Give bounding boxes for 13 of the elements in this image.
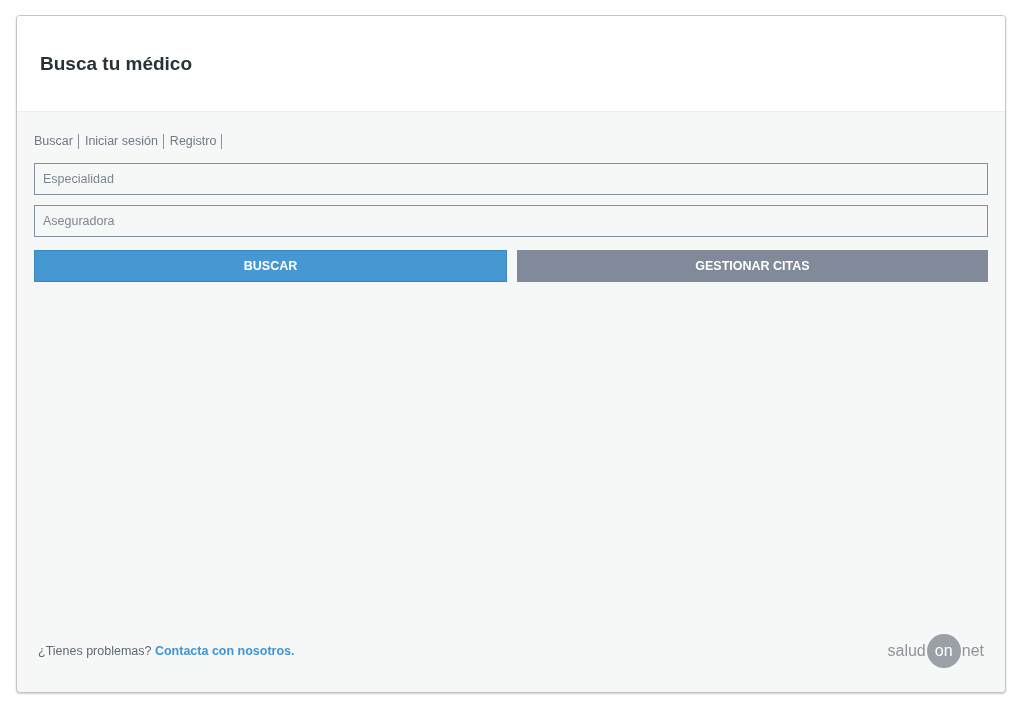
contact-link[interactable]: Contacta con nosotros. xyxy=(154,644,295,658)
nav-link[interactable]: Iniciar sesión xyxy=(84,134,164,149)
logo-text: salud xyxy=(887,642,926,660)
manage-button[interactable]: GESTIONAR CITAS xyxy=(517,250,988,282)
nav-link[interactable]: Registro xyxy=(169,134,223,149)
input-field[interactable]: Aseguradora xyxy=(34,205,988,237)
logo-text: net xyxy=(961,642,984,660)
nav-link[interactable]: Buscar xyxy=(34,134,79,149)
input-field[interactable]: Especialidad xyxy=(34,163,988,195)
search-button[interactable]: BUSCAR xyxy=(34,250,507,282)
help-text: ¿Tienes problemas? Contacta con nosotros. xyxy=(38,644,295,658)
logo-badge: on xyxy=(926,634,961,668)
page-title: Busca tu médico xyxy=(40,52,193,75)
